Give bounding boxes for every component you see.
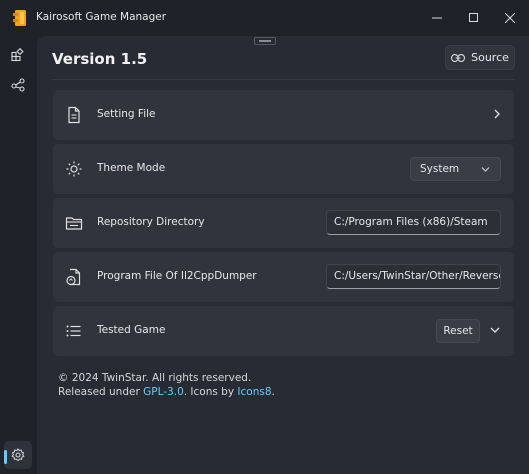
repository-directory-card: Repository Directory C:/Program Files (x…: [53, 198, 514, 248]
nav-item-home[interactable]: [4, 41, 32, 69]
maximize-button[interactable]: [454, 4, 494, 32]
copyright-text: © 2024 TwinStar. All rights reserved.: [58, 372, 252, 384]
program-file-input[interactable]: C:/Users/TwinStar/Other/Reverse/Il: [326, 264, 501, 289]
file-sync-icon: [66, 268, 81, 286]
maximize-icon: [469, 13, 478, 22]
repository-directory-label: Repository Directory: [97, 216, 205, 228]
nav-item-settings[interactable]: [4, 441, 32, 469]
sun-icon: [66, 161, 82, 177]
chevron-right-icon: [494, 109, 500, 119]
settings-page: Version 1.5 Source Setting File Theme Mo…: [37, 36, 529, 474]
window-title: Kairosoft Game Manager: [36, 11, 167, 23]
active-indicator: [4, 450, 7, 464]
reset-button[interactable]: Reset: [436, 319, 480, 343]
link-icon: [451, 53, 466, 62]
theme-mode-label: Theme Mode: [97, 162, 166, 174]
theme-mode-card: Theme Mode System: [53, 144, 514, 194]
source-button-label: Source: [471, 51, 509, 64]
program-file-label: Program File Of Il2CppDumper: [97, 270, 257, 282]
theme-mode-select[interactable]: System: [410, 157, 501, 181]
close-icon: [505, 13, 515, 23]
document-icon: [68, 106, 80, 124]
tested-game-label: Tested Game: [97, 324, 166, 336]
minimize-button[interactable]: [417, 4, 457, 32]
license-text: Released under GPL-3.0. Icons by Icons8.: [58, 386, 275, 398]
source-button[interactable]: Source: [445, 45, 515, 70]
drag-handle[interactable]: [254, 37, 276, 45]
grid-icon: [11, 48, 24, 62]
header-divider: [52, 79, 515, 80]
chevron-down-icon[interactable]: [490, 326, 500, 334]
minimize-icon: [432, 17, 442, 19]
license-link[interactable]: GPL-3.0: [143, 386, 184, 398]
icons8-link[interactable]: Icons8: [237, 386, 271, 398]
chevron-down-icon: [481, 167, 490, 172]
theme-mode-value: System: [420, 163, 460, 175]
navigation-rail: [0, 36, 36, 474]
program-file-card: Program File Of Il2CppDumper C:/Users/Tw…: [53, 252, 514, 302]
repository-directory-input[interactable]: C:/Program Files (x86)/Steam: [326, 210, 501, 235]
close-button[interactable]: [490, 4, 529, 32]
tested-game-card[interactable]: Tested Game Reset: [53, 306, 514, 356]
share-nodes-icon: [11, 78, 25, 92]
setting-file-card[interactable]: Setting File: [53, 90, 514, 140]
app-logo-icon: [13, 10, 26, 26]
setting-file-label: Setting File: [97, 108, 156, 120]
title-bar: Kairosoft Game Manager: [0, 0, 529, 36]
list-icon: [66, 325, 81, 337]
nav-item-share[interactable]: [4, 71, 32, 99]
gear-icon: [11, 448, 25, 462]
page-title: Version 1.5: [52, 50, 148, 68]
folder-icon: [65, 217, 83, 230]
